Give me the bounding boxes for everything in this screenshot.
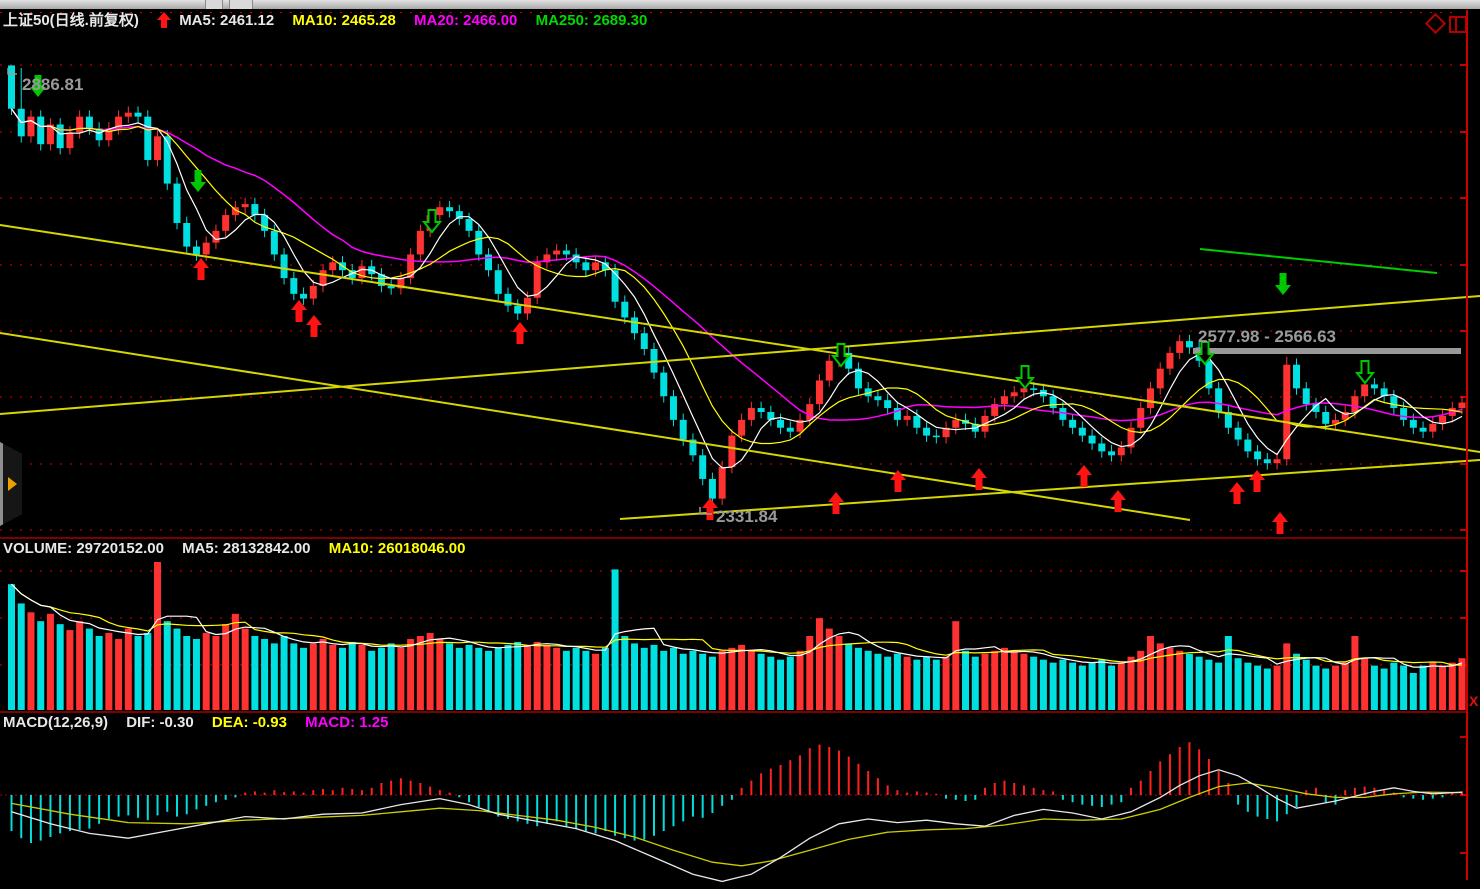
- macd-chart-canvas[interactable]: [0, 736, 1480, 889]
- trading-app-window: 上证50(日线.前复权) MA5: 2461.12 MA10: 2465.28 …: [0, 0, 1480, 889]
- toolbar-tab-stub: [205, 0, 223, 9]
- main-chart-header: 上证50(日线.前复权) MA5: 2461.12 MA10: 2465.28 …: [3, 9, 661, 29]
- price-annotation: 2886.81: [22, 75, 83, 94]
- chart-title: 上证50(日线.前复权): [3, 12, 139, 29]
- macd-value-label: MACD: 1.25: [305, 714, 388, 731]
- ma250-label: MA250: 2689.30: [536, 12, 648, 29]
- price-annotation: 2331.84: [716, 507, 778, 526]
- ma10-label: MA10: 2465.28: [292, 12, 395, 29]
- volume-chart-canvas[interactable]: [0, 558, 1480, 712]
- dea-label: DEA: -0.93: [212, 714, 287, 731]
- macd-header: MACD(12,26,9) DIF: -0.30 DEA: -0.93 MACD…: [3, 713, 402, 733]
- volume-header: VOLUME: 29720152.00 MA5: 28132842.00 MA1…: [3, 539, 479, 559]
- toolbar-tab-stub: [229, 0, 253, 9]
- macd-name-label: MACD(12,26,9): [3, 714, 108, 731]
- volume-ma10-label: MA10: 26018046.00: [329, 540, 466, 557]
- ma5-label: MA5: 2461.12: [179, 12, 274, 29]
- axis-x-marker: X: [1469, 693, 1478, 709]
- main-chart-canvas[interactable]: 2886.81 2577.98 - 2566.63 2331.84: [0, 30, 1480, 538]
- price-annotation: 2577.98 - 2566.63: [1198, 327, 1336, 346]
- sidebar-expander[interactable]: [0, 442, 22, 526]
- expand-arrow-icon: [8, 477, 17, 491]
- price-axis-line: [1466, 10, 1468, 880]
- window-top-strip: [0, 0, 1480, 9]
- volume-label: VOLUME: 29720152.00: [3, 540, 164, 557]
- volume-ma5-label: MA5: 28132842.00: [182, 540, 310, 557]
- ma20-label: MA20: 2466.00: [414, 12, 517, 29]
- dif-label: DIF: -0.30: [126, 714, 194, 731]
- up-arrow-icon: [157, 12, 171, 28]
